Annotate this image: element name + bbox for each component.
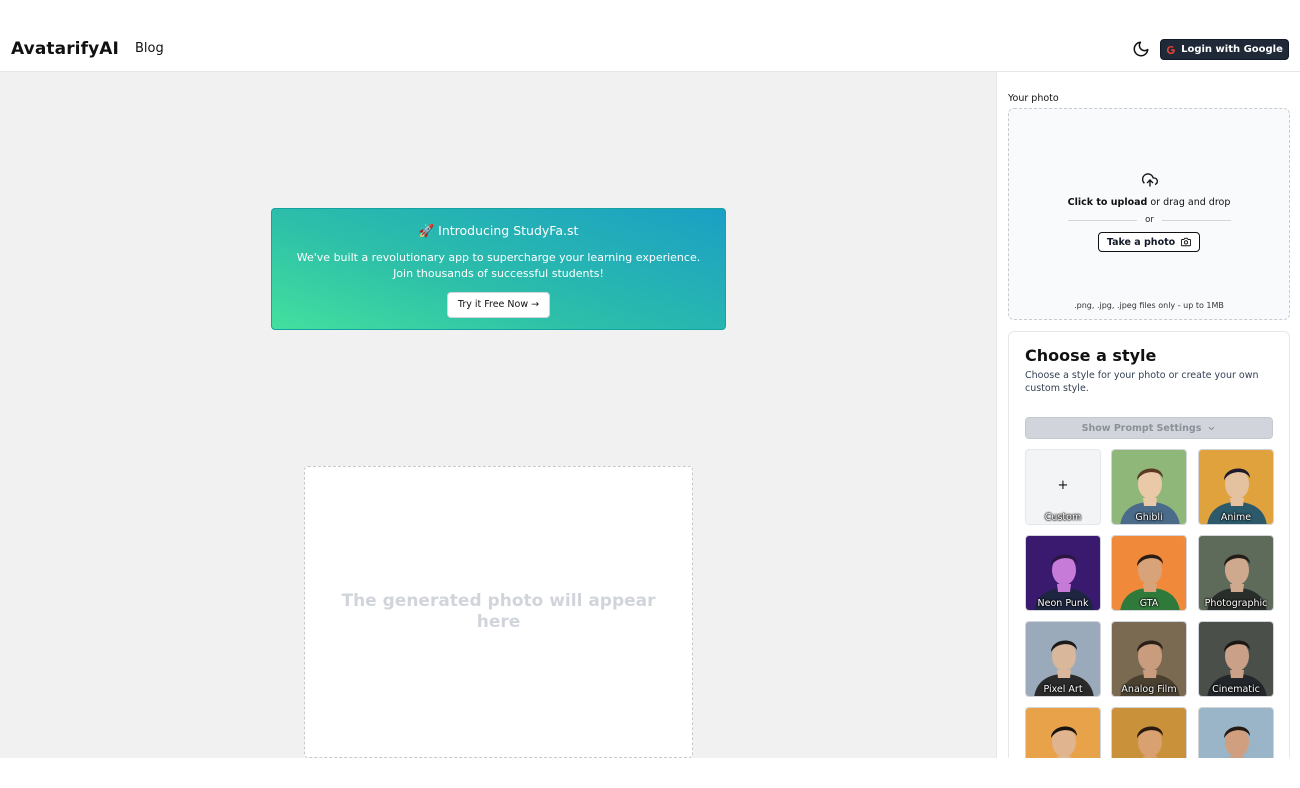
style-preview-image <box>1199 708 1273 758</box>
prompt-settings-label: Show Prompt Settings <box>1081 422 1202 434</box>
choose-style-subtitle: Choose a style for your photo or create … <box>1025 370 1259 394</box>
style-tile-label: Pixel Art <box>1043 684 1083 695</box>
take-photo-button[interactable]: Take a photo <box>1098 232 1200 252</box>
upload-instructions: Click to upload or drag and drop <box>1009 197 1289 208</box>
try-it-free-button[interactable]: Try it Free Now → <box>446 292 551 318</box>
file-type-hint: .png, .jpg, .jpeg files only - up to 1MB <box>1074 301 1224 310</box>
settings-sidebar: Your photo Click to upload or drag and d… <box>996 72 1300 758</box>
generated-photo-placeholder: The generated photo will appear here <box>304 466 693 758</box>
style-tile-label: Anime <box>1220 512 1252 523</box>
style-tile-gta[interactable]: GTA <box>1111 535 1187 611</box>
style-tile-label: Custom <box>1044 512 1082 523</box>
cloud-upload-icon <box>1142 173 1158 187</box>
photo-dropzone[interactable]: Click to upload or drag and drop or Take… <box>1008 108 1290 320</box>
style-tile-style-10[interactable] <box>1025 707 1101 758</box>
style-tile-label: Neon Punk <box>1037 598 1089 609</box>
your-photo-label: Your photo <box>1008 93 1059 104</box>
style-tile-label: Ghibli <box>1135 512 1163 523</box>
divider-line-right <box>1161 219 1232 221</box>
style-preview-image <box>1026 708 1100 758</box>
divider-line-left <box>1068 219 1138 221</box>
login-with-google-button[interactable]: Login with Google <box>1160 39 1289 60</box>
or-text: or <box>1145 215 1154 225</box>
style-tile-label: Photographic <box>1204 598 1268 609</box>
brand-logo[interactable]: AvatarifyAI <box>11 39 119 59</box>
style-tile-photographic[interactable]: Photographic <box>1198 535 1274 611</box>
show-prompt-settings-button[interactable]: Show Prompt Settings <box>1025 417 1273 439</box>
or-divider: or <box>1068 213 1232 227</box>
take-photo-label: Take a photo <box>1106 236 1176 248</box>
camera-icon <box>1181 237 1192 247</box>
google-icon <box>1167 45 1175 54</box>
style-tile-neon-punk[interactable]: Neon Punk <box>1025 535 1101 611</box>
top-navbar: AvatarifyAI Blog Login with Google <box>0 27 1300 72</box>
click-to-upload-text[interactable]: Click to upload <box>1068 197 1148 208</box>
app: AvatarifyAI Blog Login with Google 🚀 Int… <box>0 0 1300 788</box>
style-tile-pixel-art[interactable]: Pixel Art <box>1025 621 1101 697</box>
promo-description: We've built a revolutionary app to super… <box>296 251 701 280</box>
style-tile-label: Cinematic <box>1212 684 1260 695</box>
style-preview-image <box>1112 708 1186 758</box>
plus-icon: + <box>1057 478 1069 493</box>
moon-icon[interactable] <box>1132 40 1150 58</box>
style-tile-anime[interactable]: Anime <box>1198 449 1274 525</box>
main-area: 🚀 Introducing StudyFa.st We've built a r… <box>0 72 996 758</box>
style-tile-label: GTA <box>1139 598 1159 609</box>
style-tile-label: Analog Film <box>1121 684 1177 695</box>
chevron-down-icon <box>1209 426 1215 430</box>
style-tile-analog-film[interactable]: Analog Film <box>1111 621 1187 697</box>
style-tile-style-11[interactable] <box>1111 707 1187 758</box>
style-tile-style-12[interactable] <box>1198 707 1274 758</box>
style-tile-cinematic[interactable]: Cinematic <box>1198 621 1274 697</box>
placeholder-text: The generated photo will appear here <box>341 591 656 632</box>
promo-banner: 🚀 Introducing StudyFa.st We've built a r… <box>271 208 726 330</box>
style-tile-ghibli[interactable]: Ghibli <box>1111 449 1187 525</box>
style-tile-custom[interactable]: + Custom <box>1025 449 1101 525</box>
nav-link-blog[interactable]: Blog <box>135 41 164 56</box>
promo-title: 🚀 Introducing StudyFa.st <box>418 223 579 238</box>
choose-style-title: Choose a style <box>1025 346 1157 365</box>
style-picker-card: Choose a style Choose a style for your p… <box>1008 331 1290 758</box>
login-label: Login with Google <box>1181 44 1283 55</box>
drag-drop-text: or drag and drop <box>1147 197 1231 208</box>
